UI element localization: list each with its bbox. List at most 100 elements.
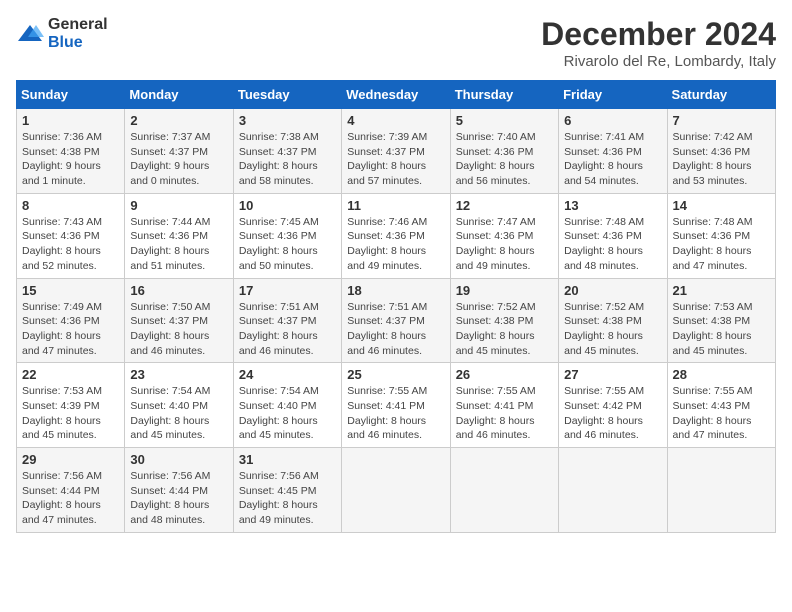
- day-detail: Sunrise: 7:48 AMSunset: 4:36 PMDaylight:…: [564, 216, 644, 272]
- logo-blue-text: Blue: [48, 34, 83, 51]
- calendar-cell: [342, 448, 450, 533]
- day-number: 29: [22, 452, 119, 467]
- day-detail: Sunrise: 7:47 AMSunset: 4:36 PMDaylight:…: [456, 216, 536, 272]
- calendar-cell: 8Sunrise: 7:43 AMSunset: 4:36 PMDaylight…: [17, 193, 125, 278]
- day-detail: Sunrise: 7:55 AMSunset: 4:41 PMDaylight:…: [347, 385, 427, 441]
- calendar-cell: 4 Sunrise: 7:39 AMSunset: 4:37 PMDaylight…: [342, 109, 450, 194]
- day-detail: Sunrise: 7:36 AMSunset: 4:38 PMDaylight:…: [22, 131, 102, 187]
- day-number: 9: [130, 198, 227, 213]
- calendar-cell: 30 Sunrise: 7:56 AMSunset: 4:44 PMDayligh…: [125, 448, 233, 533]
- calendar-cell: 13 Sunrise: 7:48 AMSunset: 4:36 PMDayligh…: [559, 193, 667, 278]
- day-number: 2: [130, 113, 227, 128]
- day-detail: Sunrise: 7:51 AMSunset: 4:37 PMDaylight:…: [347, 301, 427, 357]
- logo: General Blue: [16, 16, 108, 52]
- calendar-cell: 11 Sunrise: 7:46 AMSunset: 4:36 PMDayligh…: [342, 193, 450, 278]
- day-number: 14: [673, 198, 770, 213]
- day-detail: Sunrise: 7:54 AMSunset: 4:40 PMDaylight:…: [239, 385, 319, 441]
- day-number: 18: [347, 283, 444, 298]
- col-header-monday: Monday: [125, 81, 233, 109]
- day-number: 11: [347, 198, 444, 213]
- col-header-tuesday: Tuesday: [233, 81, 341, 109]
- calendar-cell: 16 Sunrise: 7:50 AMSunset: 4:37 PMDayligh…: [125, 278, 233, 363]
- day-detail: Sunrise: 7:39 AMSunset: 4:37 PMDaylight:…: [347, 131, 427, 187]
- day-detail: Sunrise: 7:48 AMSunset: 4:36 PMDaylight:…: [673, 216, 753, 272]
- calendar-cell: 1 Sunrise: 7:36 AMSunset: 4:38 PMDaylight…: [17, 109, 125, 194]
- main-title: December 2024: [541, 16, 776, 53]
- day-number: 13: [564, 198, 661, 213]
- calendar-table: SundayMondayTuesdayWednesdayThursdayFrid…: [16, 80, 776, 533]
- page-header: General Blue December 2024 Rivarolo del …: [16, 16, 776, 70]
- day-number: 22: [22, 367, 119, 382]
- day-number: 26: [456, 367, 553, 382]
- calendar-cell: 20Sunrise: 7:52 AMSunset: 4:38 PMDayligh…: [559, 278, 667, 363]
- week-row-5: 29 Sunrise: 7:56 AMSunset: 4:44 PMDayligh…: [17, 448, 776, 533]
- day-number: 17: [239, 283, 336, 298]
- day-number: 5: [456, 113, 553, 128]
- col-header-saturday: Saturday: [667, 81, 775, 109]
- calendar-cell: 19Sunrise: 7:52 AMSunset: 4:38 PMDayligh…: [450, 278, 558, 363]
- day-number: 4: [347, 113, 444, 128]
- day-number: 6: [564, 113, 661, 128]
- col-header-thursday: Thursday: [450, 81, 558, 109]
- col-header-friday: Friday: [559, 81, 667, 109]
- logo-icon: [16, 23, 44, 45]
- logo-general-text: General: [48, 16, 108, 33]
- day-number: 8: [22, 198, 119, 213]
- day-number: 24: [239, 367, 336, 382]
- day-number: 23: [130, 367, 227, 382]
- week-row-1: 1 Sunrise: 7:36 AMSunset: 4:38 PMDaylight…: [17, 109, 776, 194]
- day-number: 1: [22, 113, 119, 128]
- day-detail: Sunrise: 7:56 AMSunset: 4:45 PMDaylight:…: [239, 470, 319, 526]
- day-detail: Sunrise: 7:54 AMSunset: 4:40 PMDaylight:…: [130, 385, 210, 441]
- col-header-wednesday: Wednesday: [342, 81, 450, 109]
- day-detail: Sunrise: 7:53 AMSunset: 4:39 PMDaylight:…: [22, 385, 102, 441]
- day-detail: Sunrise: 7:51 AMSunset: 4:37 PMDaylight:…: [239, 301, 319, 357]
- calendar-cell: 26 Sunrise: 7:55 AMSunset: 4:41 PMDayligh…: [450, 363, 558, 448]
- day-number: 20: [564, 283, 661, 298]
- calendar-cell: 14 Sunrise: 7:48 AMSunset: 4:36 PMDayligh…: [667, 193, 775, 278]
- day-detail: Sunrise: 7:55 AMSunset: 4:41 PMDaylight:…: [456, 385, 536, 441]
- day-number: 7: [673, 113, 770, 128]
- day-detail: Sunrise: 7:45 AMSunset: 4:36 PMDaylight:…: [239, 216, 319, 272]
- day-number: 12: [456, 198, 553, 213]
- day-detail: Sunrise: 7:55 AMSunset: 4:42 PMDaylight:…: [564, 385, 644, 441]
- calendar-cell: 29 Sunrise: 7:56 AMSunset: 4:44 PMDayligh…: [17, 448, 125, 533]
- title-area: December 2024 Rivarolo del Re, Lombardy,…: [541, 16, 776, 70]
- day-detail: Sunrise: 7:56 AMSunset: 4:44 PMDaylight:…: [130, 470, 210, 526]
- calendar-cell: 12 Sunrise: 7:47 AMSunset: 4:36 PMDayligh…: [450, 193, 558, 278]
- day-number: 31: [239, 452, 336, 467]
- day-number: 28: [673, 367, 770, 382]
- day-detail: Sunrise: 7:46 AMSunset: 4:36 PMDaylight:…: [347, 216, 427, 272]
- calendar-cell: 17 Sunrise: 7:51 AMSunset: 4:37 PMDayligh…: [233, 278, 341, 363]
- day-detail: Sunrise: 7:55 AMSunset: 4:43 PMDaylight:…: [673, 385, 753, 441]
- calendar-cell: 6Sunrise: 7:41 AMSunset: 4:36 PMDaylight…: [559, 109, 667, 194]
- subtitle: Rivarolo del Re, Lombardy, Italy: [541, 53, 776, 70]
- day-detail: Sunrise: 7:56 AMSunset: 4:44 PMDaylight:…: [22, 470, 102, 526]
- calendar-cell: [559, 448, 667, 533]
- day-detail: Sunrise: 7:38 AMSunset: 4:37 PMDaylight:…: [239, 131, 319, 187]
- day-number: 15: [22, 283, 119, 298]
- calendar-cell: 21Sunrise: 7:53 AMSunset: 4:38 PMDayligh…: [667, 278, 775, 363]
- calendar-cell: 10 Sunrise: 7:45 AMSunset: 4:36 PMDayligh…: [233, 193, 341, 278]
- day-detail: Sunrise: 7:40 AMSunset: 4:36 PMDaylight:…: [456, 131, 536, 187]
- calendar-cell: 31 Sunrise: 7:56 AMSunset: 4:45 PMDayligh…: [233, 448, 341, 533]
- calendar-cell: [667, 448, 775, 533]
- calendar-cell: 9Sunrise: 7:44 AMSunset: 4:36 PMDaylight…: [125, 193, 233, 278]
- day-detail: Sunrise: 7:52 AMSunset: 4:38 PMDaylight:…: [456, 301, 536, 357]
- calendar-header-row: SundayMondayTuesdayWednesdayThursdayFrid…: [17, 81, 776, 109]
- day-number: 10: [239, 198, 336, 213]
- calendar-cell: 28 Sunrise: 7:55 AMSunset: 4:43 PMDayligh…: [667, 363, 775, 448]
- calendar-cell: [450, 448, 558, 533]
- day-number: 30: [130, 452, 227, 467]
- calendar-cell: 3 Sunrise: 7:38 AMSunset: 4:37 PMDaylight…: [233, 109, 341, 194]
- day-detail: Sunrise: 7:49 AMSunset: 4:36 PMDaylight:…: [22, 301, 102, 357]
- calendar-cell: 7 Sunrise: 7:42 AMSunset: 4:36 PMDaylight…: [667, 109, 775, 194]
- day-detail: Sunrise: 7:42 AMSunset: 4:36 PMDaylight:…: [673, 131, 753, 187]
- day-detail: Sunrise: 7:53 AMSunset: 4:38 PMDaylight:…: [673, 301, 753, 357]
- calendar-cell: 18 Sunrise: 7:51 AMSunset: 4:37 PMDayligh…: [342, 278, 450, 363]
- col-header-sunday: Sunday: [17, 81, 125, 109]
- day-number: 3: [239, 113, 336, 128]
- day-number: 16: [130, 283, 227, 298]
- day-detail: Sunrise: 7:50 AMSunset: 4:37 PMDaylight:…: [130, 301, 210, 357]
- week-row-2: 8Sunrise: 7:43 AMSunset: 4:36 PMDaylight…: [17, 193, 776, 278]
